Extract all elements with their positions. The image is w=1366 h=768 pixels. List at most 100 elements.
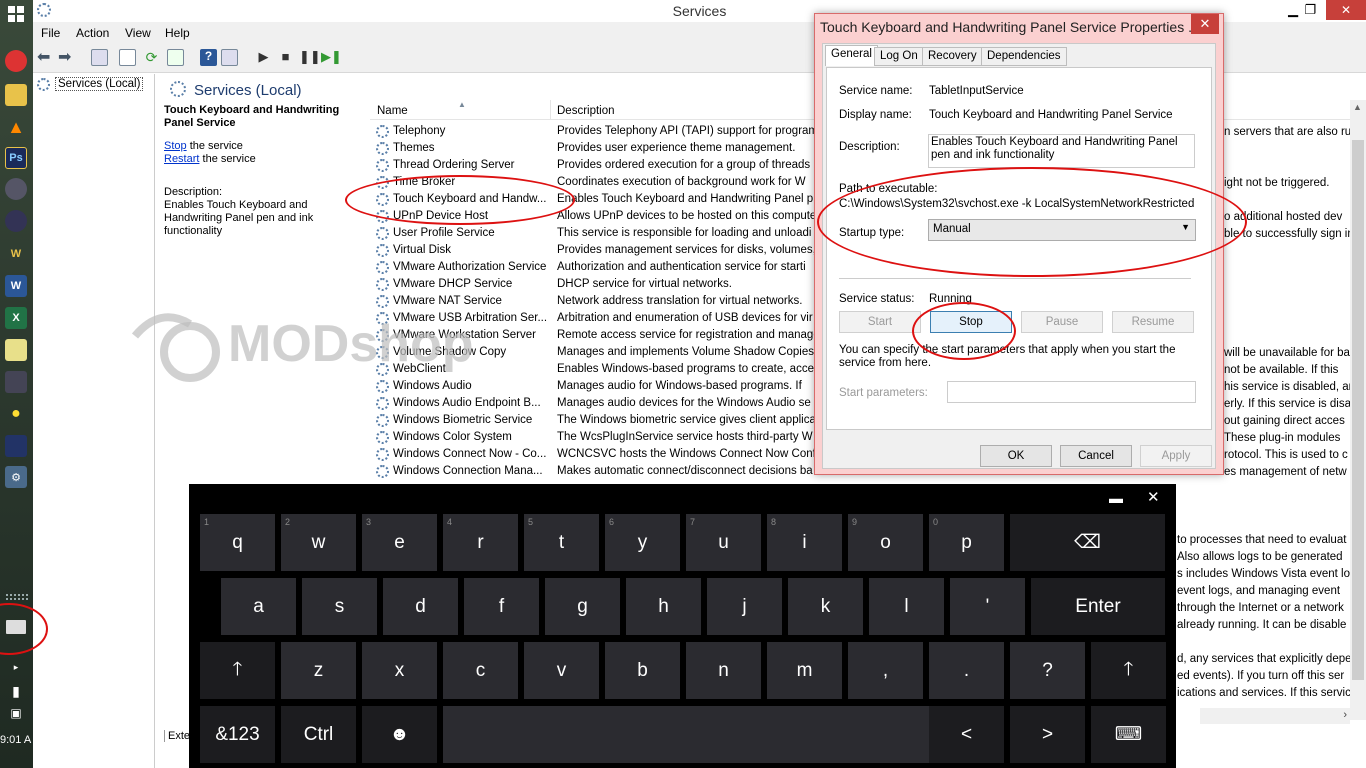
vertical-scrollbar[interactable]: ▲ bbox=[1350, 100, 1366, 720]
properties-icon[interactable] bbox=[119, 49, 136, 66]
resume-button[interactable]: Resume bbox=[1112, 311, 1194, 333]
window-icon[interactable] bbox=[5, 435, 27, 457]
network-tray-icon[interactable]: ▣ bbox=[5, 702, 27, 724]
pause-icon[interactable]: ❚❚ bbox=[299, 49, 321, 66]
key-0[interactable]: a bbox=[221, 578, 296, 635]
menu-action[interactable]: Action bbox=[76, 26, 109, 40]
menu-help[interactable]: Help bbox=[165, 26, 190, 40]
scroll-right-icon[interactable]: › bbox=[1343, 709, 1347, 721]
start-icon[interactable] bbox=[5, 3, 27, 25]
key-r[interactable]: r4 bbox=[443, 514, 518, 571]
key-row3-3[interactable]: v bbox=[524, 642, 599, 699]
menu-view[interactable]: View bbox=[125, 26, 151, 40]
network-icon[interactable] bbox=[5, 371, 27, 393]
restart-icon[interactable]: ▶❚ bbox=[321, 49, 342, 66]
close-icon[interactable]: ✕ bbox=[1326, 0, 1366, 20]
key-o[interactable]: o9 bbox=[848, 514, 923, 571]
stop-button[interactable]: Stop bbox=[930, 311, 1012, 333]
show-tree-icon[interactable] bbox=[91, 49, 108, 66]
key-t[interactable]: t5 bbox=[524, 514, 599, 571]
right-arrow-key[interactable]: > bbox=[1010, 706, 1085, 763]
key-row3-4[interactable]: b bbox=[605, 642, 680, 699]
key-6[interactable]: j bbox=[707, 578, 782, 635]
ctrl-key[interactable]: Ctrl bbox=[281, 706, 356, 763]
refresh-icon[interactable]: ⟳ bbox=[143, 49, 160, 66]
key-1[interactable]: s bbox=[302, 578, 377, 635]
notepad-icon[interactable] bbox=[5, 339, 27, 361]
restore-icon[interactable]: ❐ bbox=[1304, 2, 1316, 18]
key-4[interactable]: g bbox=[545, 578, 620, 635]
cancel-button[interactable]: Cancel bbox=[1060, 445, 1132, 467]
key-y[interactable]: y6 bbox=[605, 514, 680, 571]
key-i[interactable]: i8 bbox=[767, 514, 842, 571]
scroll-thumb[interactable] bbox=[1352, 140, 1364, 680]
dialog-close-icon[interactable]: ✕ bbox=[1191, 14, 1219, 34]
key-7[interactable]: k bbox=[788, 578, 863, 635]
key-p[interactable]: p0 bbox=[929, 514, 1004, 571]
key-row3-1[interactable]: x bbox=[362, 642, 437, 699]
column-name[interactable]: Name bbox=[377, 105, 408, 117]
export-icon[interactable] bbox=[167, 49, 184, 66]
scroll-up-icon[interactable]: ▲ bbox=[1353, 102, 1362, 112]
key-row3-5[interactable]: n bbox=[686, 642, 761, 699]
services-gear-icon[interactable]: ⚙ bbox=[5, 466, 27, 488]
left-arrow-key[interactable]: < bbox=[929, 706, 1004, 763]
key-5[interactable]: h bbox=[626, 578, 701, 635]
clock[interactable]: 9:01 A bbox=[0, 734, 33, 746]
key-u[interactable]: u7 bbox=[686, 514, 761, 571]
vpn-icon[interactable] bbox=[5, 210, 27, 232]
key-row3-7[interactable]: , bbox=[848, 642, 923, 699]
backspace-key[interactable]: ⌫ bbox=[1010, 514, 1165, 571]
keyboard-close-icon[interactable]: ✕ bbox=[1147, 488, 1160, 506]
keyboard-layout-icon[interactable]: ⌨ bbox=[1091, 706, 1166, 763]
apply-button[interactable]: Apply bbox=[1140, 445, 1212, 467]
play-icon[interactable]: ▶ bbox=[255, 49, 272, 66]
word-icon[interactable]: W bbox=[5, 275, 27, 297]
app-icon[interactable] bbox=[5, 178, 27, 200]
emoji-icon[interactable]: ☻ bbox=[362, 706, 437, 763]
enter-key[interactable]: Enter bbox=[1031, 578, 1165, 635]
key-9[interactable]: ' bbox=[950, 578, 1025, 635]
shift-left-key[interactable]: 🡑 bbox=[200, 642, 275, 699]
battery-icon[interactable]: ▮ bbox=[5, 680, 27, 702]
key-w[interactable]: w2 bbox=[281, 514, 356, 571]
horizontal-scrollbar[interactable]: › bbox=[1200, 708, 1350, 724]
tree-services-local[interactable]: Services (Local) bbox=[55, 77, 144, 91]
forward-icon[interactable]: ➡ bbox=[58, 49, 75, 66]
tab-general[interactable]: General bbox=[825, 45, 878, 66]
symbols-key[interactable]: &123 bbox=[200, 706, 275, 763]
photoshop-icon[interactable]: Ps bbox=[5, 147, 27, 169]
minimize-icon[interactable]: ▁ bbox=[1288, 2, 1298, 18]
key-row3-0[interactable]: z bbox=[281, 642, 356, 699]
key-row3-9[interactable]: ? bbox=[1010, 642, 1085, 699]
key-2[interactable]: d bbox=[383, 578, 458, 635]
touch-keyboard-tray-icon[interactable] bbox=[6, 620, 26, 634]
chevron-right-icon[interactable]: ▸ bbox=[5, 656, 27, 678]
key-row3-8[interactable]: . bbox=[929, 642, 1004, 699]
shift-right-key[interactable]: 🡑 bbox=[1091, 642, 1166, 699]
startup-type-select[interactable]: Manual ▼ bbox=[928, 219, 1196, 241]
key-row3-6[interactable]: m bbox=[767, 642, 842, 699]
view-icon[interactable] bbox=[221, 49, 238, 66]
tab-log-on[interactable]: Log On bbox=[874, 47, 924, 66]
start-button[interactable]: Start bbox=[839, 311, 921, 333]
stop-service-link[interactable]: Stop bbox=[164, 140, 187, 152]
back-icon[interactable]: ⬅ bbox=[37, 49, 54, 66]
vlc-icon[interactable]: ▲ bbox=[5, 116, 27, 138]
restart-service-link[interactable]: Restart bbox=[164, 153, 199, 165]
key-3[interactable]: f bbox=[464, 578, 539, 635]
key-q[interactable]: q1 bbox=[200, 514, 275, 571]
extended-tab-label[interactable]: Exte bbox=[164, 730, 190, 742]
start-params-input[interactable] bbox=[947, 381, 1196, 403]
description-box[interactable]: Enables Touch Keyboard and Handwriting P… bbox=[928, 134, 1195, 168]
excel-icon[interactable]: X bbox=[5, 307, 27, 329]
help-icon[interactable]: ? bbox=[200, 49, 217, 66]
tab-recovery[interactable]: Recovery bbox=[922, 47, 983, 66]
keyboard-dock-icon[interactable]: ▬ bbox=[1109, 490, 1123, 506]
winamp-icon[interactable]: W bbox=[5, 243, 27, 265]
pause-button[interactable]: Pause bbox=[1021, 311, 1103, 333]
space-key[interactable] bbox=[443, 706, 955, 763]
chrome-icon[interactable] bbox=[5, 50, 27, 72]
key-e[interactable]: e3 bbox=[362, 514, 437, 571]
key-row3-2[interactable]: c bbox=[443, 642, 518, 699]
